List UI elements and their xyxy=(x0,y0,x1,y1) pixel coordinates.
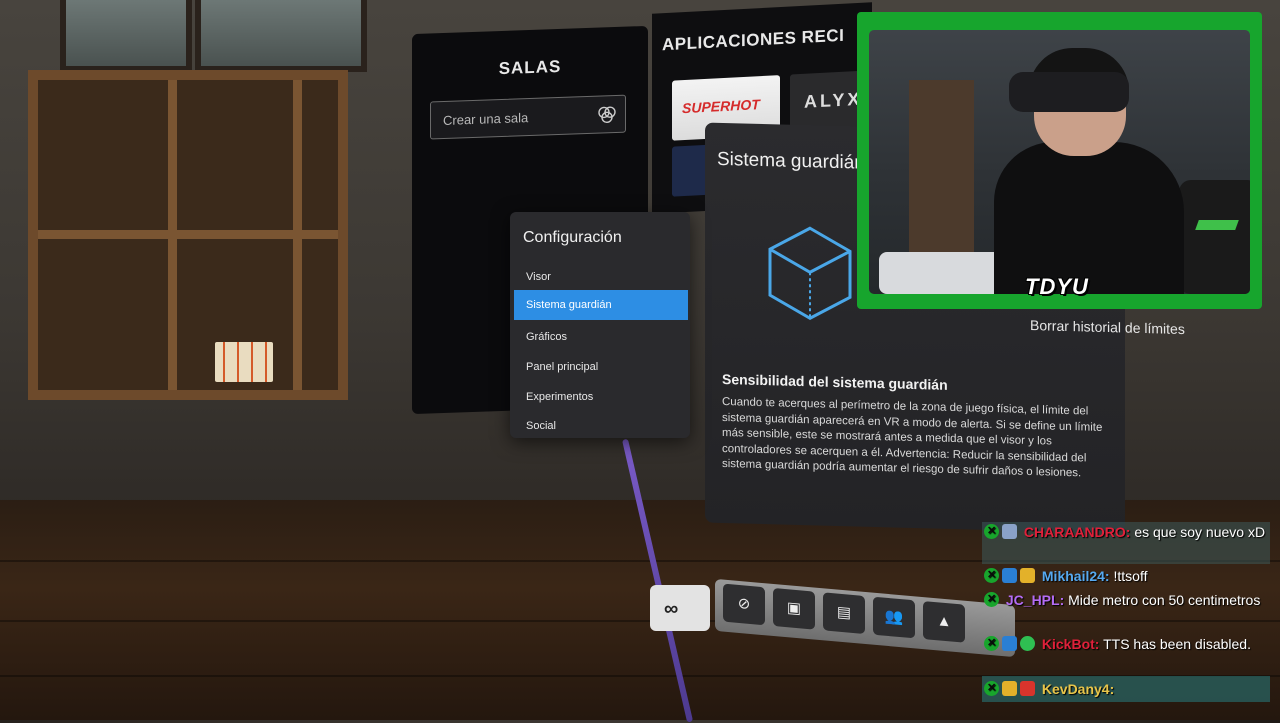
guardian-cube-icon xyxy=(768,226,852,320)
meta-logo-icon: ∞ xyxy=(664,598,679,620)
gift-badge-icon xyxy=(1020,681,1035,696)
rooms-icon xyxy=(598,106,616,124)
chat-message: JC_HPL: Mide metro con 50 centimetros xyxy=(982,589,1270,610)
create-room-placeholder: Crear una sala xyxy=(443,110,529,129)
webcam-chair xyxy=(1179,180,1250,294)
clear-boundary-history-button[interactable]: Borrar historial de límites xyxy=(1030,317,1185,337)
settings-menu: Configuración Visor Sistema guardián Grá… xyxy=(510,212,690,438)
recent-apps-title: APLICACIONES RECI xyxy=(662,25,845,55)
moderator-badge-icon xyxy=(984,565,999,585)
sensitivity-title: Sensibilidad del sistema guardián xyxy=(722,370,948,393)
vr-headset xyxy=(1009,72,1129,112)
room-window xyxy=(195,0,367,72)
store-icon[interactable]: ▤ xyxy=(823,592,865,634)
moderator-badge-icon xyxy=(984,633,999,653)
app-tile-label: SUPERHOT xyxy=(682,96,760,117)
chat-text: !ttsoff xyxy=(1113,568,1148,584)
gift-badge-icon xyxy=(1002,524,1017,539)
rooms-title: SALAS xyxy=(498,56,562,79)
chair-stripe xyxy=(1195,220,1239,230)
create-room-input[interactable]: Crear una sala xyxy=(430,94,626,140)
chat-message: KevDany4: xyxy=(982,676,1270,702)
moderator-badge-icon xyxy=(984,678,999,698)
moderator-badge-icon xyxy=(984,521,999,541)
chat-message: Mikhail24: !ttsoff xyxy=(982,565,1270,586)
streamer-body xyxy=(994,142,1184,294)
crown-badge-icon xyxy=(1020,568,1035,583)
settings-menu-title: Configuración xyxy=(523,229,622,246)
compass-icon[interactable]: ⊘ xyxy=(723,583,765,626)
books-decoration xyxy=(215,342,273,382)
verified-badge-icon xyxy=(1020,636,1035,651)
chat-username: KevDany4: xyxy=(1041,681,1115,697)
settings-item-guardian[interactable]: Sistema guardián xyxy=(514,290,688,320)
shelf-divider xyxy=(293,80,302,390)
settings-item-visor[interactable]: Visor xyxy=(514,262,688,292)
people-icon[interactable]: 👥 xyxy=(873,596,915,639)
bookshelf xyxy=(28,70,348,400)
chat-message: CHARAANDRO: es que soy nuevo xD xyxy=(982,521,1270,564)
prime-badge-icon xyxy=(1002,568,1017,583)
settings-item-social[interactable]: Social xyxy=(514,411,688,441)
library-icon[interactable]: ▣ xyxy=(773,587,815,630)
stream-chat: CHARAANDRO: es que soy nuevo xD Mikhail2… xyxy=(982,520,1270,720)
crown-badge-icon xyxy=(1002,681,1017,696)
guardian-panel-title: Sistema guardián xyxy=(717,148,865,174)
chat-text: es que soy nuevo xD xyxy=(1134,524,1266,540)
sensitivity-description: Cuando te acerques al perímetro de la zo… xyxy=(722,395,1103,480)
webcam-door xyxy=(909,80,974,280)
moderator-badge-icon xyxy=(984,589,999,609)
chat-message: KickBot: TTS has been disabled. xyxy=(982,633,1270,654)
webcam-overlay: TDYU xyxy=(857,12,1262,309)
chat-username: JC_HPL: xyxy=(1005,592,1065,608)
streamer-name: TDYU xyxy=(1025,274,1089,299)
chat-text: TTS has been disabled. xyxy=(1103,636,1251,652)
settings-item-experiments[interactable]: Experimentos xyxy=(514,382,688,412)
meta-home-button[interactable]: ∞ xyxy=(650,585,710,631)
webcam-feed xyxy=(869,30,1250,294)
settings-item-graphics[interactable]: Gráficos xyxy=(514,322,688,352)
chat-text: Mide metro con 50 centimetros xyxy=(1068,592,1261,608)
chat-username: KickBot: xyxy=(1041,636,1100,652)
chat-username: Mikhail24: xyxy=(1041,568,1110,584)
app-tile-label: ALYX xyxy=(804,88,863,112)
chat-username: CHARAANDRO: xyxy=(1023,524,1131,540)
room-window xyxy=(60,0,192,72)
shelf-divider xyxy=(168,80,177,390)
settings-item-main-panel[interactable]: Panel principal xyxy=(514,352,688,382)
prime-badge-icon xyxy=(1002,636,1017,651)
notifications-icon[interactable]: ▲ xyxy=(923,601,965,643)
